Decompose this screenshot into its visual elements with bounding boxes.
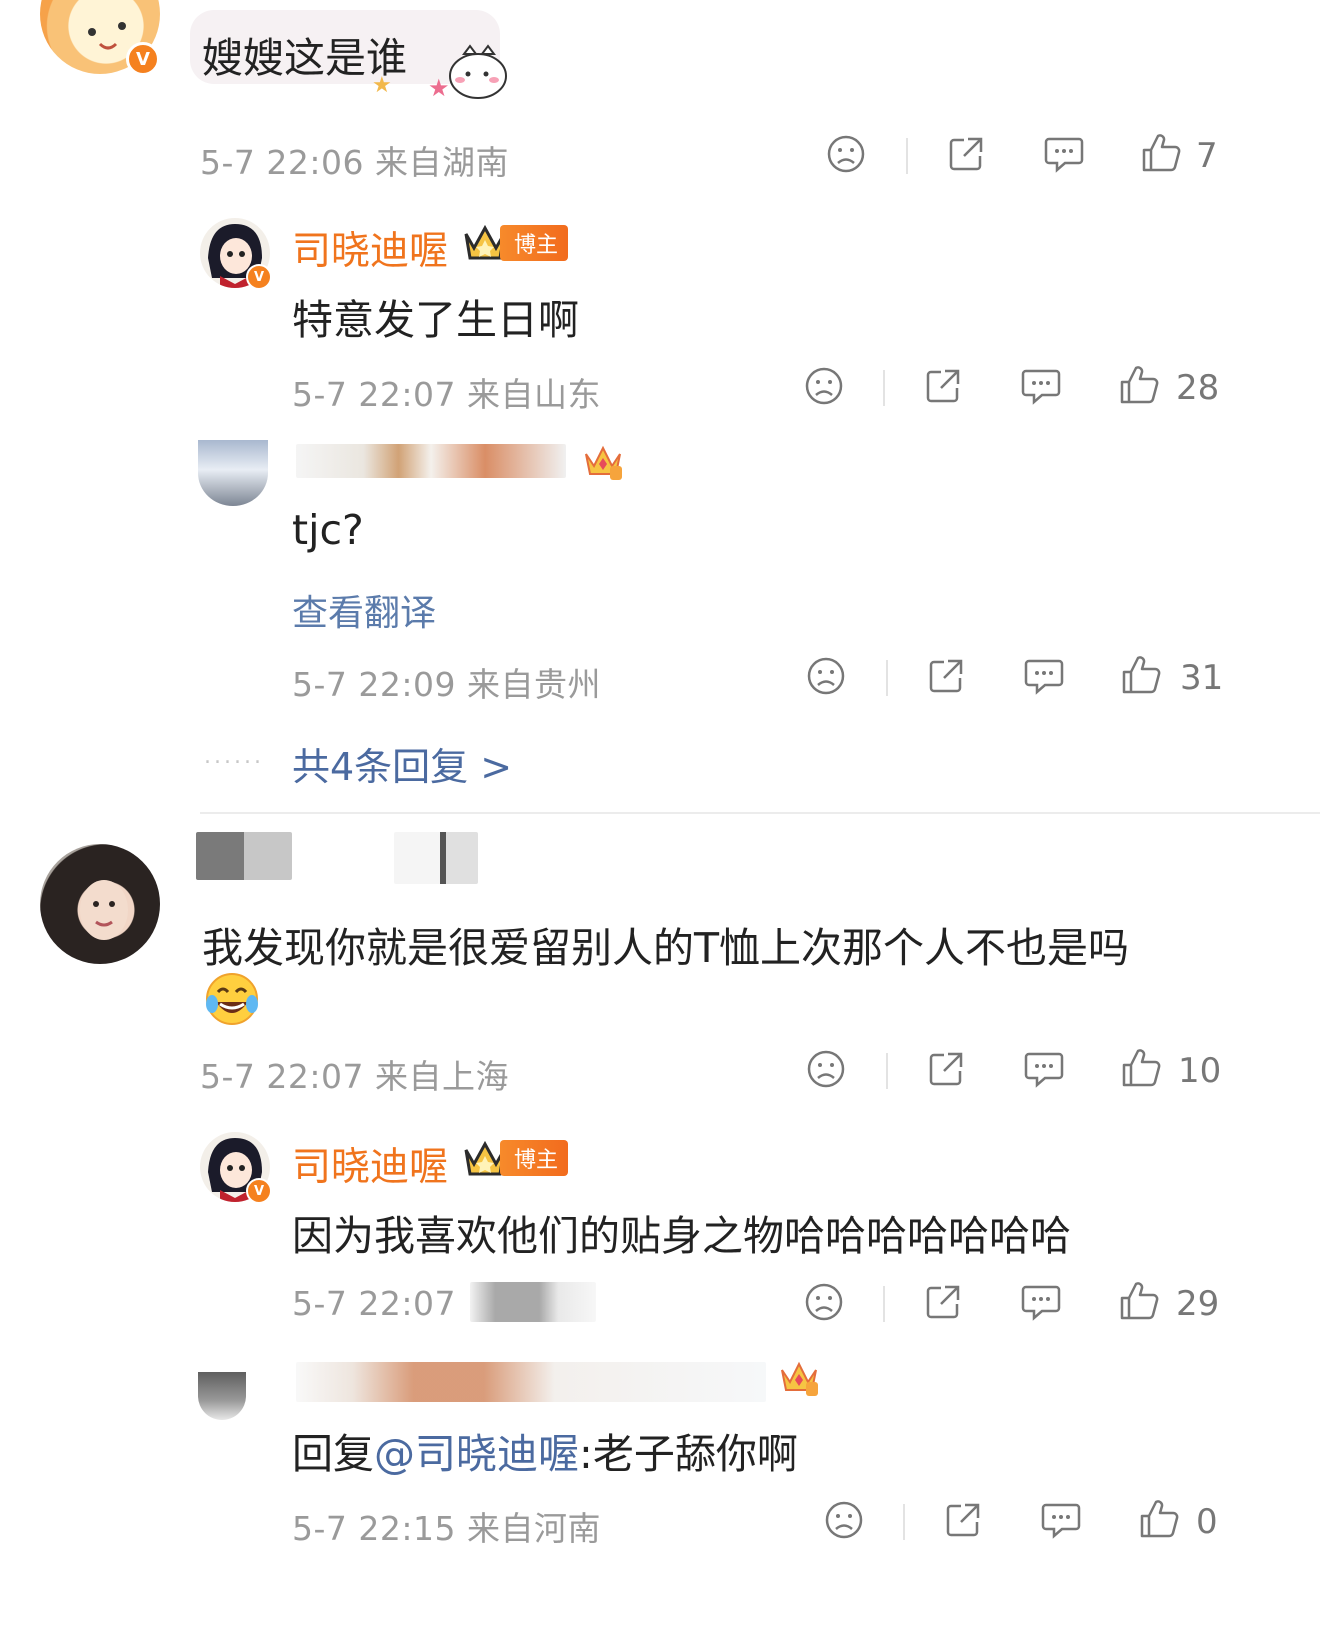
action-divider bbox=[886, 1053, 888, 1089]
verified-badge: V bbox=[246, 1178, 272, 1204]
comment-meta: 5-7 22:06 来自湖南 bbox=[200, 143, 509, 182]
svg-text:★: ★ bbox=[428, 74, 450, 102]
reply-author-name[interactable]: 司晓迪喔 bbox=[292, 220, 448, 276]
comment-divider bbox=[200, 812, 1320, 814]
dislike-icon[interactable] bbox=[806, 1049, 846, 1089]
comment-icon[interactable] bbox=[1023, 1049, 1065, 1089]
comment-icon[interactable] bbox=[1020, 1282, 1062, 1322]
comment-icon[interactable] bbox=[1043, 134, 1085, 174]
avatar[interactable] bbox=[198, 440, 268, 506]
comment-icon[interactable] bbox=[1040, 1500, 1082, 1540]
cat-sticker: ★ ★ bbox=[368, 40, 520, 104]
comment-text: 我发现你就是很爱留别人的T恤上次那个人不也是吗 bbox=[202, 924, 1130, 972]
comment-icon[interactable] bbox=[1023, 656, 1065, 696]
share-icon[interactable] bbox=[923, 1282, 963, 1322]
translate-link[interactable]: 查看翻译 bbox=[292, 584, 436, 636]
reply-prefix: 回复 bbox=[292, 1430, 374, 1478]
share-icon[interactable] bbox=[926, 656, 966, 696]
crown-icon bbox=[776, 1356, 822, 1396]
blurred-username bbox=[196, 832, 292, 880]
like-icon[interactable] bbox=[1138, 1498, 1180, 1540]
like-icon[interactable] bbox=[1118, 364, 1160, 406]
like-count: 0 bbox=[1196, 1502, 1218, 1542]
like-count: 7 bbox=[1196, 136, 1218, 176]
action-divider bbox=[903, 1504, 905, 1540]
reply-meta: 5-7 22:09 来自贵州 bbox=[292, 665, 601, 704]
avatar[interactable] bbox=[198, 1372, 246, 1420]
dislike-icon[interactable] bbox=[824, 1500, 864, 1540]
more-dots: ...... bbox=[204, 744, 264, 769]
like-icon[interactable] bbox=[1120, 654, 1162, 696]
action-divider bbox=[883, 370, 885, 406]
reply-body: :老子舔你啊 bbox=[579, 1430, 798, 1478]
like-icon[interactable] bbox=[1118, 1280, 1160, 1322]
action-divider bbox=[883, 1286, 885, 1322]
dislike-icon[interactable] bbox=[806, 656, 846, 696]
dislike-icon[interactable] bbox=[826, 134, 866, 174]
verified-badge: V bbox=[246, 264, 272, 290]
reply-meta: 5-7 22:07 bbox=[292, 1284, 456, 1323]
comment-icon[interactable] bbox=[1020, 366, 1062, 406]
comment-meta: 5-7 22:07 来自上海 bbox=[200, 1057, 509, 1096]
action-divider bbox=[886, 660, 888, 696]
laugh-emoji bbox=[204, 972, 260, 1026]
author-badge: 博主 bbox=[500, 225, 569, 261]
share-icon[interactable] bbox=[943, 1500, 983, 1540]
avatar-photo-art bbox=[80, 880, 128, 940]
verified-badge: V bbox=[126, 42, 160, 76]
blurred-username bbox=[296, 444, 566, 478]
crown-icon bbox=[580, 440, 626, 480]
bottom-fade bbox=[0, 1596, 1320, 1645]
avatar[interactable] bbox=[40, 844, 160, 964]
reply-text: 因为我喜欢他们的贴身之物哈哈哈哈哈哈哈 bbox=[292, 1212, 1071, 1260]
like-count: 29 bbox=[1176, 1284, 1220, 1324]
svg-text:★: ★ bbox=[372, 73, 392, 98]
like-icon[interactable] bbox=[1140, 132, 1182, 174]
like-count: 10 bbox=[1178, 1051, 1222, 1091]
author-badge: 博主 bbox=[500, 1140, 569, 1176]
blurred-username bbox=[296, 1362, 766, 1402]
reply-text: tjc? bbox=[292, 506, 364, 554]
dislike-icon[interactable] bbox=[804, 366, 844, 406]
share-icon[interactable] bbox=[923, 366, 963, 406]
reply-text: 回复@司晓迪喔:老子舔你啊 bbox=[292, 1420, 798, 1480]
like-count: 31 bbox=[1180, 658, 1224, 698]
action-divider bbox=[906, 138, 908, 174]
blurred-location bbox=[470, 1282, 596, 1322]
reply-meta: 5-7 22:07 来自山东 bbox=[292, 375, 601, 414]
share-icon[interactable] bbox=[926, 1049, 966, 1089]
reply-meta: 5-7 22:15 来自河南 bbox=[292, 1509, 601, 1548]
reply-text: 特意发了生日啊 bbox=[292, 296, 579, 344]
share-icon[interactable] bbox=[946, 134, 986, 174]
mention-link[interactable]: @司晓迪喔 bbox=[374, 1430, 579, 1478]
like-count: 28 bbox=[1176, 368, 1220, 408]
blurred-username bbox=[394, 832, 478, 884]
dislike-icon[interactable] bbox=[804, 1282, 844, 1322]
more-replies-link[interactable]: 共4条回复 > bbox=[292, 736, 512, 791]
reply-author-name[interactable]: 司晓迪喔 bbox=[292, 1136, 448, 1192]
like-icon[interactable] bbox=[1120, 1047, 1162, 1089]
